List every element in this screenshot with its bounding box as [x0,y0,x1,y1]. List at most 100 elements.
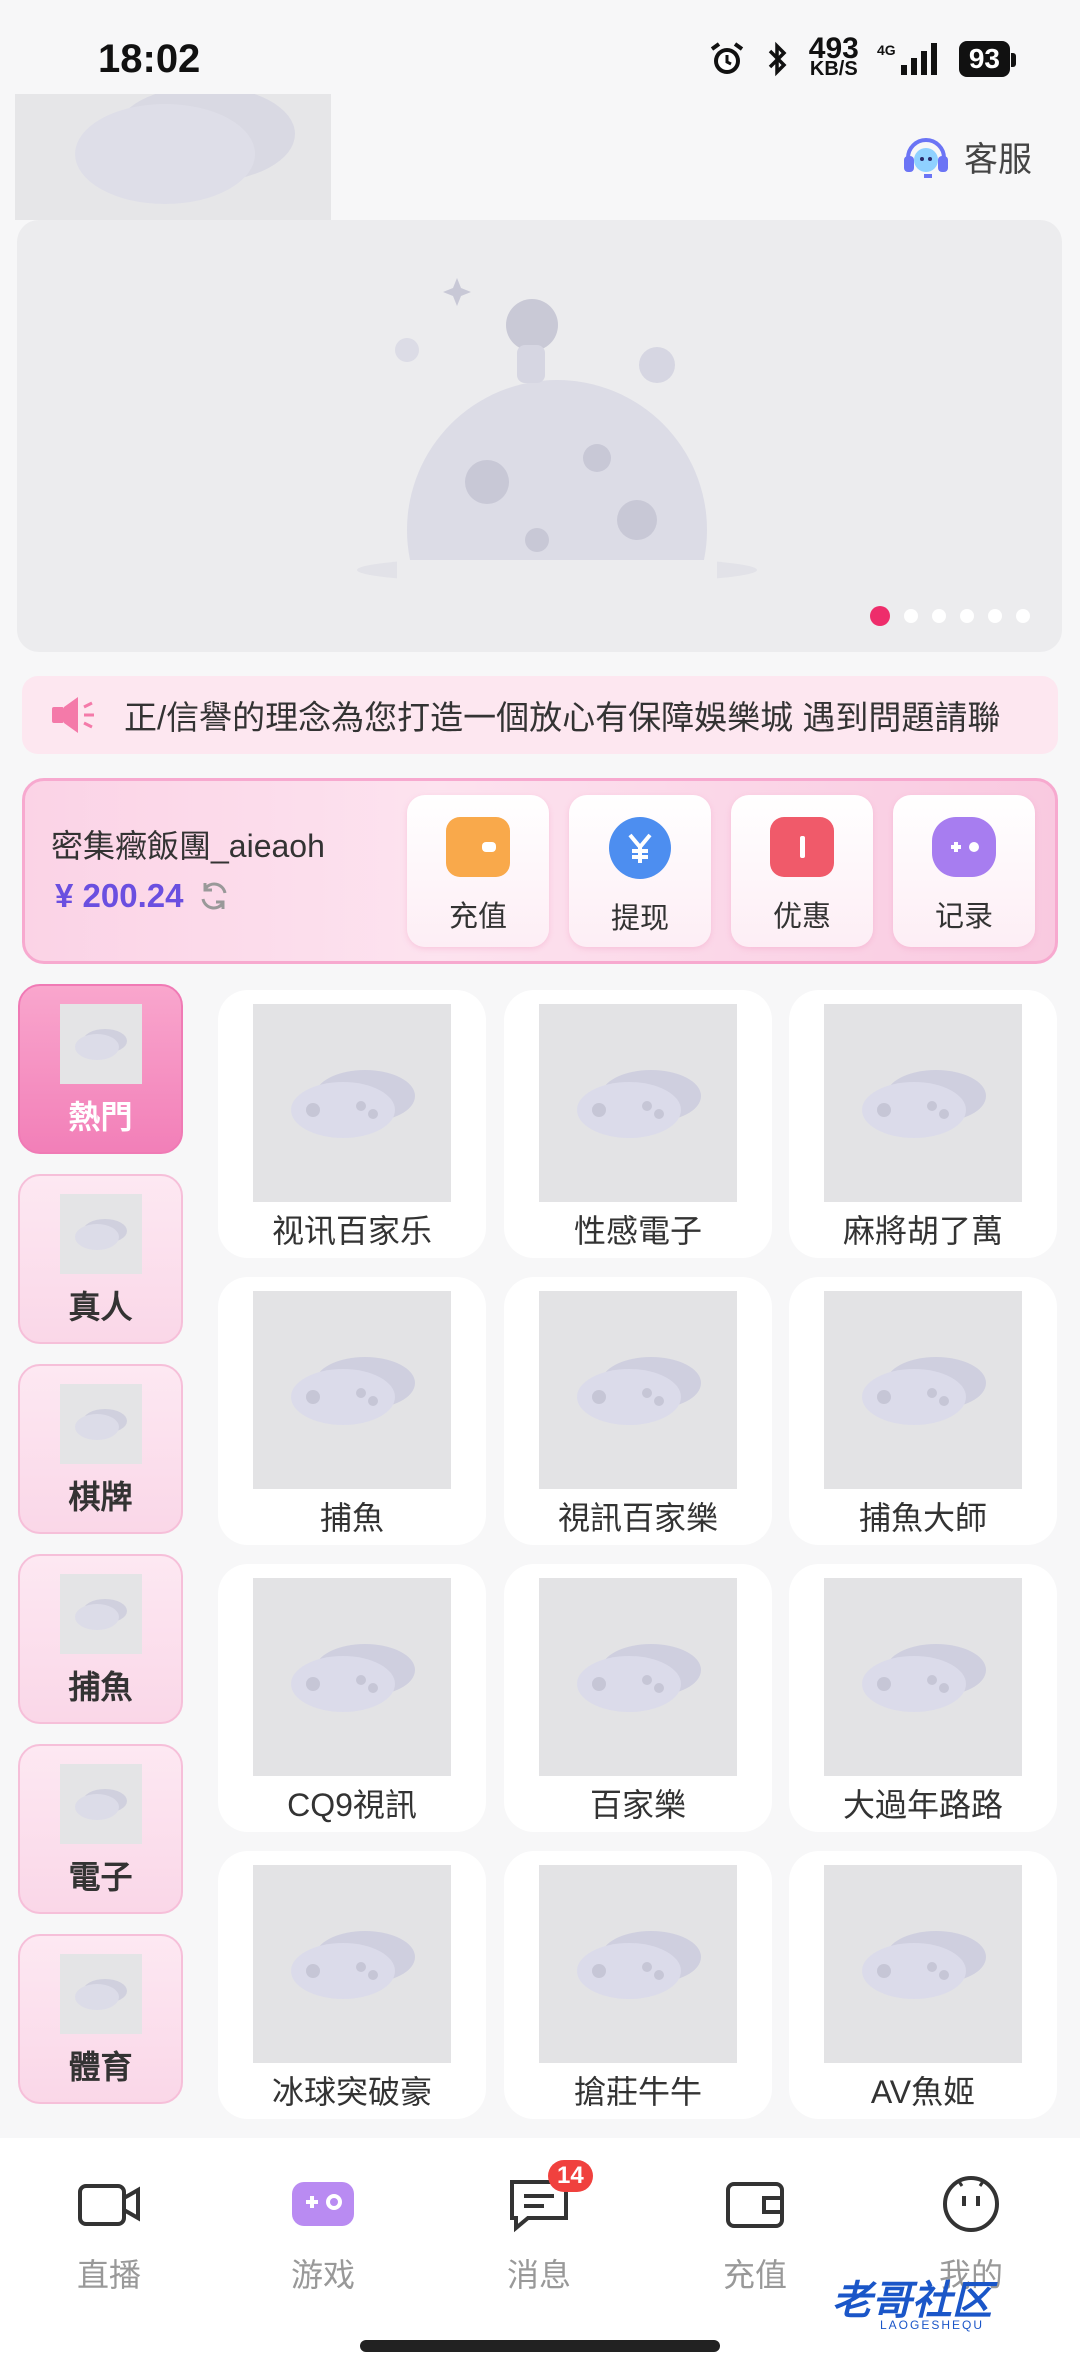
banner-dot[interactable] [988,609,1002,623]
nav-games-label: 游戏 [290,2257,355,2293]
deposit-button[interactable]: 充值 [407,795,549,947]
game-tile[interactable]: 大過年路路 [789,1564,1057,1832]
withdraw-button[interactable]: 提现 [569,795,711,947]
category-tab[interactable]: 捕魚 [18,1554,183,1724]
game-title: AV魚姬 [870,2074,976,2110]
game-title: 視訊百家樂 [557,1500,718,1536]
category-tab[interactable]: 熱門 [18,984,183,1154]
deposit-label: 充值 [448,901,507,933]
nav-messages-label: 消息 [506,2257,571,2293]
game-tile[interactable]: 性感電子 [504,990,772,1258]
svg-text:4G: 4G [877,42,896,58]
game-thumbnail [539,1865,737,2063]
game-thumbnail [253,1004,451,1202]
network-speed: 493 KB/S [808,32,859,80]
camera-icon [78,2184,140,2226]
speaker-icon [52,697,94,733]
banner-dot[interactable] [960,609,974,623]
game-tile[interactable]: 百家樂 [504,1564,772,1832]
account-card: 密集癥飯團_aieaoh ¥ 200.24 充值 提现 优惠 记录 [22,778,1058,964]
alarm-icon [710,42,743,74]
game-tile[interactable]: 捕魚大師 [789,1277,1057,1545]
game-title: 捕魚大師 [858,1500,987,1536]
battery-indicator: 93 [958,41,1017,77]
app-logo [15,94,331,220]
nav-live[interactable]: 直播 [34,2174,184,2296]
watermark-subtext: LAOGESHEQU [880,2318,985,2332]
profile-icon [943,2176,999,2232]
category-label: 捕魚 [68,1669,133,1705]
nav-games[interactable]: 游戏 [248,2174,398,2296]
withdraw-label: 提现 [610,903,669,935]
category-label: 電子 [68,1859,133,1895]
customer-service-label: 客服 [964,140,1032,179]
promotion-button[interactable]: 优惠 [731,795,873,947]
records-label: 记录 [934,901,993,933]
game-title: 捕魚 [319,1500,384,1536]
home-indicator [360,2340,720,2352]
category-label: 體育 [68,2049,133,2085]
refresh-icon[interactable] [197,879,231,913]
category-thumbnail [59,1004,142,1084]
username: 密集癥飯團_aieaoh [51,828,325,864]
category-tab[interactable]: 真人 [18,1174,183,1344]
unread-badge: 14 [548,2160,593,2192]
banner-pagination [870,606,1030,626]
game-tile[interactable]: 視訊百家樂 [504,1277,772,1545]
category-thumbnail [59,1574,142,1654]
category-label: 真人 [68,1289,133,1325]
game-tile[interactable]: 冰球突破豪 [218,1851,486,2119]
game-title: 冰球突破豪 [271,2074,432,2110]
yen-icon [609,817,671,879]
banner-dot[interactable] [932,609,946,623]
records-button[interactable]: 记录 [893,795,1035,947]
status-icons: 493 KB/S 4G 93 [707,32,1017,80]
banner-dot[interactable] [1016,609,1030,623]
banner-dot[interactable] [870,606,890,626]
announcement-marquee[interactable]: 正/信譽的理念為您打造一個放心有保障娛樂城 遇到問題請聯 [22,676,1058,754]
headset-icon [904,138,948,178]
bluetooth-icon [768,41,787,77]
nav-live-label: 直播 [76,2257,141,2293]
bottom-navigation: 直播 游戏 14 消息 充值 我的 [0,2138,1080,2374]
category-thumbnail [59,1764,142,1844]
gamepad-icon [292,2182,354,2226]
game-title: 视讯百家乐 [271,1213,432,1249]
nav-deposit-label: 充值 [722,2257,787,2293]
category-tab[interactable]: 電子 [18,1744,183,1914]
category-label: 棋牌 [68,1479,133,1515]
category-tab[interactable]: 棋牌 [18,1364,183,1534]
game-title: 百家樂 [589,1787,686,1823]
game-thumbnail [539,1004,737,1202]
game-title: 搶莊牛牛 [573,2074,702,2110]
game-thumbnail [824,1004,1022,1202]
category-tab[interactable]: 體育 [18,1934,183,2104]
game-title: CQ9視訊 [287,1787,417,1823]
category-thumbnail [59,1384,142,1464]
customer-service-button[interactable]: 客服 [898,128,1032,184]
game-thumbnail [824,1291,1022,1489]
game-tile[interactable]: 捕魚 [218,1277,486,1545]
game-title: 性感電子 [573,1213,702,1249]
category-label: 熱門 [68,1099,133,1135]
balance-row: ¥ 200.24 [55,877,231,915]
game-tile[interactable]: CQ9視訊 [218,1564,486,1832]
game-thumbnail [824,1865,1022,2063]
game-thumbnail [253,1578,451,1776]
game-thumbnail [539,1578,737,1776]
game-tile[interactable]: AV魚姬 [789,1851,1057,2119]
signal-icon: 4G [877,42,937,75]
moon-astronaut-illustration [357,278,757,652]
game-title: 麻將胡了萬 [842,1213,1003,1249]
banner-dot[interactable] [904,609,918,623]
promo-banner[interactable] [17,220,1062,652]
nav-deposit[interactable]: 充值 [680,2174,830,2296]
gamepad-icon [932,817,996,877]
wallet-icon [726,2182,784,2228]
game-tile[interactable]: 麻將胡了萬 [789,990,1057,1258]
game-tile[interactable]: 搶莊牛牛 [504,1851,772,2119]
game-tile[interactable]: 视讯百家乐 [218,990,486,1258]
nav-messages[interactable]: 14 消息 [464,2160,614,2296]
status-time: 18:02 [98,36,201,81]
game-title: 大過年路路 [842,1787,1003,1823]
